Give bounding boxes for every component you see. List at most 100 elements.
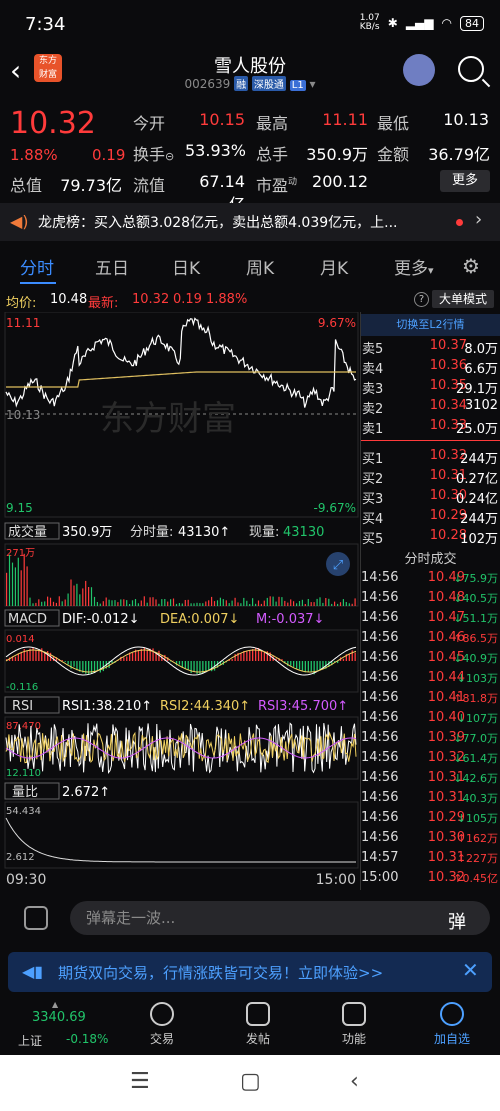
ask-row[interactable]: 卖3 10.35 29.1万	[361, 378, 500, 398]
dragon-text: 龙虎榜：买入总额3.028亿元，卖出总额4.039亿元，上...	[38, 215, 398, 231]
tab-daily-k[interactable]: 日K	[172, 254, 200, 279]
switch-l2-button[interactable]: 切换至L2行情	[361, 314, 500, 336]
volratio-bottom: 2.612	[6, 852, 35, 863]
volume-bar	[32, 603, 34, 606]
chevron-down-icon[interactable]: ▾	[310, 77, 316, 91]
tick-row: 14:56 10.32 ↓61.4万	[361, 750, 500, 770]
nav-post[interactable]: 发帖	[218, 1002, 298, 1047]
macd-bar	[47, 651, 49, 661]
speaker-icon: ◀)	[10, 212, 29, 231]
volume-bar	[152, 597, 154, 606]
macd-bar	[126, 656, 128, 661]
futures-ad-banner[interactable]: ◀▮ 期货双向交易，行情涨跌皆可交易！立即体验>> ✕	[8, 952, 492, 992]
macd-bar	[131, 652, 134, 661]
bid-row[interactable]: 买4 10.29 244万	[361, 508, 500, 528]
dragon-tiger-banner[interactable]: ◀) 龙虎榜：买入总额3.028亿元，卖出总额4.039亿元，上... ›	[0, 203, 500, 241]
bid-row[interactable]: 买5 10.28 102万	[361, 528, 500, 548]
nav-functions[interactable]: 功能	[314, 1002, 394, 1047]
tick-volume: ↓107万	[456, 712, 498, 725]
volume-bar	[231, 600, 233, 606]
volume-bar	[111, 600, 113, 606]
volume-label: 总手	[256, 145, 289, 164]
nav-trade[interactable]: 交易	[122, 1002, 202, 1047]
intraday-chart[interactable]: 东方财富 11.11 10.13 9.15 9.67% -9.67% 成交量 3…	[0, 312, 360, 890]
bid-label: 买4	[362, 512, 384, 527]
assistant-robot-icon[interactable]	[403, 54, 435, 86]
bid-row[interactable]: 买1 10.32 244万	[361, 448, 500, 468]
danmu-toggle-icon[interactable]: 弹	[448, 908, 466, 934]
tab-weekly-k[interactable]: 周K	[246, 254, 274, 279]
high-value: 11.11	[322, 110, 368, 129]
time-start: 09:30	[6, 872, 46, 888]
tick-volume: ↓105万	[456, 812, 498, 825]
big-order-mode-button[interactable]: 大单模式	[432, 290, 494, 308]
macd-bottom: -0.116	[6, 682, 38, 693]
volratio-label[interactable]: 量比	[12, 785, 38, 800]
expand-arrows-icon[interactable]: ⤢	[333, 558, 343, 573]
tick-volume-label: 分时量:	[130, 525, 173, 540]
ask-row[interactable]: 卖2 10.34 3102	[361, 398, 500, 418]
danmu-input[interactable]: 弹幕走一波...	[70, 901, 490, 935]
volume-bar	[307, 599, 309, 606]
volume-bar	[73, 585, 75, 606]
volume-bar	[225, 600, 227, 606]
tick-time: 14:57	[361, 850, 399, 865]
tick-volume: ↓40.5万	[453, 592, 498, 605]
help-icon[interactable]: ?	[414, 292, 429, 307]
home-icon[interactable]: ▢	[240, 1069, 261, 1094]
tab-monthly-k[interactable]: 月K	[320, 254, 348, 279]
bid-row[interactable]: 买2 10.31 0.27亿	[361, 468, 500, 488]
trade-icon	[150, 1002, 174, 1026]
volume-bar	[196, 602, 198, 606]
close-icon[interactable]: ✕	[462, 958, 479, 982]
more-button[interactable]: 更多	[440, 170, 490, 192]
tick-row: 14:56 10.40 ↓107万	[361, 710, 500, 730]
volume-bar	[70, 579, 72, 606]
status-bar: 7:34 1.07 KB/s ✱ ▂▄▆ ◠ 84	[0, 0, 500, 50]
tick-time: 14:56	[361, 590, 399, 605]
triangle-up-icon: ▲	[52, 1000, 59, 1009]
settings-gear-icon[interactable]: ⚙	[462, 254, 480, 278]
ask-row[interactable]: 卖4 10.36 6.6万	[361, 358, 500, 378]
dif-line	[5, 646, 357, 676]
volume-bar	[117, 602, 119, 606]
volume-bar	[170, 599, 172, 606]
ask-price: 10.34	[429, 398, 467, 413]
info-icon[interactable]: ⊝	[165, 150, 174, 163]
chat-icon[interactable]	[24, 906, 48, 930]
tab-more[interactable]: 更多▾	[394, 254, 434, 279]
macd-bar	[35, 649, 37, 661]
bid-row[interactable]: 买3 10.30 0.24亿	[361, 488, 500, 508]
turnover-value: 53.93%	[185, 141, 247, 160]
chevron-right-icon[interactable]: ›	[475, 209, 482, 230]
tab-five-day[interactable]: 五日	[95, 254, 129, 279]
back-nav-icon[interactable]: ‹	[350, 1069, 359, 1094]
volume-bar	[252, 598, 254, 606]
volume-bar	[342, 599, 344, 606]
ask-row[interactable]: 卖1 10.33 25.0万	[361, 418, 500, 438]
volume-bar	[334, 601, 336, 606]
volume-bar	[205, 601, 207, 606]
volume-bar	[140, 600, 142, 606]
macd-bar	[178, 661, 181, 665]
volume-bar	[131, 600, 134, 606]
tick-time: 14:56	[361, 710, 399, 725]
change-value: 0.19	[92, 146, 126, 164]
tick-volume: ↓103万	[456, 672, 498, 685]
rsi-top: 87.470	[6, 721, 41, 732]
volume-bar	[190, 603, 192, 606]
volratio-top: 54.434	[6, 806, 41, 817]
tick-volume: ↓51.1万	[453, 612, 498, 625]
rsi-label[interactable]: RSI	[12, 699, 33, 714]
system-nav-bar: ☰ ▢ ‹	[0, 1055, 500, 1111]
macd-label[interactable]: MACD	[8, 612, 47, 627]
nav-add-watchlist[interactable]: 加自选	[412, 1002, 492, 1047]
search-icon[interactable]	[458, 56, 484, 82]
index-ticker[interactable]: ▲ 3340.69 上证 -0.18%	[0, 1000, 110, 1050]
volume-bar	[234, 597, 236, 606]
tick-row: 14:56 10.31 40.3万	[361, 790, 500, 810]
menu-icon[interactable]: ☰	[130, 1069, 150, 1094]
tab-intraday[interactable]: 分时	[20, 254, 54, 279]
volume-bar	[29, 597, 31, 606]
ask-row[interactable]: 卖5 10.37 8.0万	[361, 338, 500, 358]
